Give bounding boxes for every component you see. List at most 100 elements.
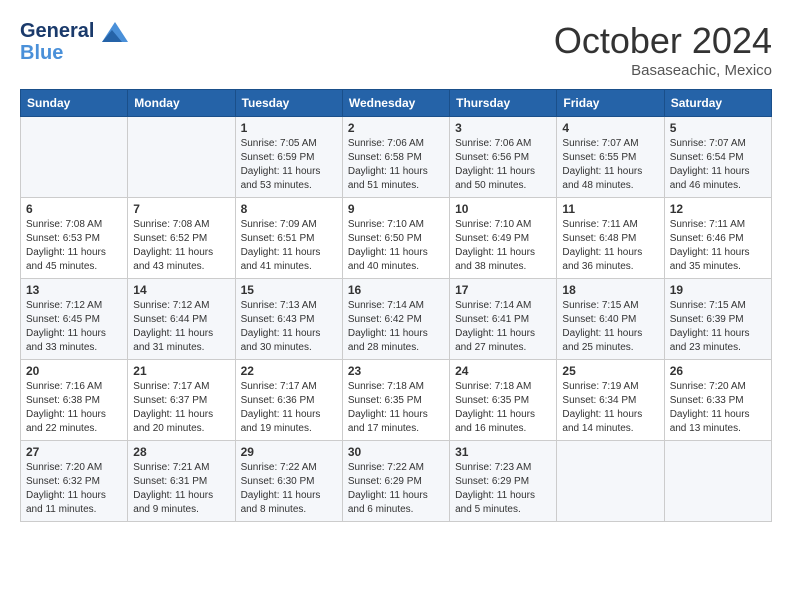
calendar-cell: 10 Sunrise: 7:10 AMSunset: 6:49 PMDayligh… [450, 198, 557, 279]
day-number: 30 [348, 445, 444, 459]
logo-blue: Blue [20, 42, 128, 64]
calendar-cell: 18Sunrise: 7:15 AMSunset: 6:40 PMDayligh… [557, 279, 664, 360]
calendar-cell: 13 Sunrise: 7:12 AMSunset: 6:45 PMDayligh… [21, 279, 128, 360]
day-number: 16 [348, 283, 444, 297]
day-detail: Sunrise: 7:06 AMSunset: 6:56 PMDaylight:… [455, 137, 551, 193]
calendar-cell [664, 441, 771, 522]
title-block: October 2024 Basaseachic, Mexico [554, 20, 772, 79]
day-number: 10 [455, 202, 551, 216]
day-detail: Sunrise: 7:23 AMSunset: 6:29 PMDaylight:… [455, 461, 551, 517]
day-detail: Sunrise: 7:08 AMSunset: 6:52 PMDaylight:… [133, 218, 229, 274]
day-detail: Sunrise: 7:20 AMSunset: 6:32 PMDaylight:… [26, 461, 122, 517]
weekday-header-saturday: Saturday [664, 90, 771, 117]
day-number: 2 [348, 121, 444, 135]
calendar-cell: 11 Sunrise: 7:11 AMSunset: 6:48 PMDayligh… [557, 198, 664, 279]
calendar-cell: 23 Sunrise: 7:18 AMSunset: 6:35 PMDayligh… [342, 360, 449, 441]
day-number: 22 [241, 364, 337, 378]
calendar-cell: 8 Sunrise: 7:09 AMSunset: 6:51 PMDaylight… [235, 198, 342, 279]
day-detail: Sunrise: 7:18 AMSunset: 6:35 PMDaylight:… [348, 380, 444, 436]
calendar-cell: 21 Sunrise: 7:17 AMSunset: 6:37 PMDayligh… [128, 360, 235, 441]
calendar-cell: 25 Sunrise: 7:19 AMSunset: 6:34 PMDayligh… [557, 360, 664, 441]
day-number: 23 [348, 364, 444, 378]
calendar-cell: 12Sunrise: 7:11 AMSunset: 6:46 PMDayligh… [664, 198, 771, 279]
day-number: 20 [26, 364, 122, 378]
calendar-cell: 3 Sunrise: 7:06 AMSunset: 6:56 PMDaylight… [450, 117, 557, 198]
calendar-cell: 29Sunrise: 7:22 AMSunset: 6:30 PMDayligh… [235, 441, 342, 522]
day-detail: Sunrise: 7:10 AMSunset: 6:49 PMDaylight:… [455, 218, 551, 274]
day-detail: Sunrise: 7:19 AMSunset: 6:34 PMDaylight:… [562, 380, 658, 436]
weekday-header-monday: Monday [128, 90, 235, 117]
day-detail: Sunrise: 7:07 AMSunset: 6:55 PMDaylight:… [562, 137, 658, 193]
day-number: 21 [133, 364, 229, 378]
weekday-header-sunday: Sunday [21, 90, 128, 117]
calendar-cell: 30 Sunrise: 7:22 AMSunset: 6:29 PMDayligh… [342, 441, 449, 522]
calendar-cell [557, 441, 664, 522]
day-number: 31 [455, 445, 551, 459]
day-detail: Sunrise: 7:18 AMSunset: 6:35 PMDaylight:… [455, 380, 551, 436]
day-detail: Sunrise: 7:21 AMSunset: 6:31 PMDaylight:… [133, 461, 229, 517]
day-detail: Sunrise: 7:17 AMSunset: 6:36 PMDaylight:… [241, 380, 337, 436]
day-number: 25 [562, 364, 658, 378]
calendar-cell: 1 Sunrise: 7:05 AMSunset: 6:59 PMDaylight… [235, 117, 342, 198]
day-detail: Sunrise: 7:15 AMSunset: 6:39 PMDaylight:… [670, 299, 766, 355]
calendar-cell: 17 Sunrise: 7:14 AMSunset: 6:41 PMDayligh… [450, 279, 557, 360]
calendar-cell: 26 Sunrise: 7:20 AMSunset: 6:33 PMDayligh… [664, 360, 771, 441]
calendar-cell: 27 Sunrise: 7:20 AMSunset: 6:32 PMDayligh… [21, 441, 128, 522]
day-detail: Sunrise: 7:20 AMSunset: 6:33 PMDaylight:… [670, 380, 766, 436]
calendar-cell: 28 Sunrise: 7:21 AMSunset: 6:31 PMDayligh… [128, 441, 235, 522]
calendar-cell: 14Sunrise: 7:12 AMSunset: 6:44 PMDayligh… [128, 279, 235, 360]
calendar-cell: 24 Sunrise: 7:18 AMSunset: 6:35 PMDayligh… [450, 360, 557, 441]
day-number: 3 [455, 121, 551, 135]
day-detail: Sunrise: 7:22 AMSunset: 6:30 PMDaylight:… [241, 461, 337, 517]
day-detail: Sunrise: 7:11 AMSunset: 6:48 PMDaylight:… [562, 218, 658, 274]
logo-icon [102, 22, 128, 42]
day-number: 6 [26, 202, 122, 216]
day-number: 28 [133, 445, 229, 459]
weekday-header-friday: Friday [557, 90, 664, 117]
day-detail: Sunrise: 7:09 AMSunset: 6:51 PMDaylight:… [241, 218, 337, 274]
day-detail: Sunrise: 7:15 AMSunset: 6:40 PMDaylight:… [562, 299, 658, 355]
calendar-cell: 22 Sunrise: 7:17 AMSunset: 6:36 PMDayligh… [235, 360, 342, 441]
day-detail: Sunrise: 7:10 AMSunset: 6:50 PMDaylight:… [348, 218, 444, 274]
day-detail: Sunrise: 7:12 AMSunset: 6:45 PMDaylight:… [26, 299, 122, 355]
day-number: 12 [670, 202, 766, 216]
day-detail: Sunrise: 7:14 AMSunset: 6:42 PMDaylight:… [348, 299, 444, 355]
calendar-cell: 15 Sunrise: 7:13 AMSunset: 6:43 PMDayligh… [235, 279, 342, 360]
day-number: 13 [26, 283, 122, 297]
day-number: 24 [455, 364, 551, 378]
day-detail: Sunrise: 7:22 AMSunset: 6:29 PMDaylight:… [348, 461, 444, 517]
day-detail: Sunrise: 7:05 AMSunset: 6:59 PMDaylight:… [241, 137, 337, 193]
calendar-cell [21, 117, 128, 198]
day-detail: Sunrise: 7:17 AMSunset: 6:37 PMDaylight:… [133, 380, 229, 436]
calendar-cell: 5Sunrise: 7:07 AMSunset: 6:54 PMDaylight… [664, 117, 771, 198]
day-detail: Sunrise: 7:13 AMSunset: 6:43 PMDaylight:… [241, 299, 337, 355]
day-number: 1 [241, 121, 337, 135]
calendar-cell: 6 Sunrise: 7:08 AMSunset: 6:53 PMDaylight… [21, 198, 128, 279]
calendar-cell: 2 Sunrise: 7:06 AMSunset: 6:58 PMDaylight… [342, 117, 449, 198]
day-detail: Sunrise: 7:14 AMSunset: 6:41 PMDaylight:… [455, 299, 551, 355]
weekday-header-wednesday: Wednesday [342, 90, 449, 117]
day-detail: Sunrise: 7:16 AMSunset: 6:38 PMDaylight:… [26, 380, 122, 436]
calendar-cell: 31 Sunrise: 7:23 AMSunset: 6:29 PMDayligh… [450, 441, 557, 522]
logo-general: General [20, 20, 94, 42]
logo: General Blue [20, 20, 128, 64]
day-number: 8 [241, 202, 337, 216]
day-number: 26 [670, 364, 766, 378]
day-number: 19 [670, 283, 766, 297]
day-detail: Sunrise: 7:08 AMSunset: 6:53 PMDaylight:… [26, 218, 122, 274]
page-header: General Blue October 2024 Basaseachic, M… [20, 20, 772, 79]
weekday-header-thursday: Thursday [450, 90, 557, 117]
day-number: 15 [241, 283, 337, 297]
weekday-header-tuesday: Tuesday [235, 90, 342, 117]
day-number: 27 [26, 445, 122, 459]
day-detail: Sunrise: 7:07 AMSunset: 6:54 PMDaylight:… [670, 137, 766, 193]
day-number: 17 [455, 283, 551, 297]
day-number: 11 [562, 202, 658, 216]
month-title: October 2024 [554, 20, 772, 62]
calendar-cell: 4Sunrise: 7:07 AMSunset: 6:55 PMDaylight… [557, 117, 664, 198]
day-number: 9 [348, 202, 444, 216]
calendar-table: SundayMondayTuesdayWednesdayThursdayFrid… [20, 89, 772, 522]
day-detail: Sunrise: 7:06 AMSunset: 6:58 PMDaylight:… [348, 137, 444, 193]
calendar-cell: 7Sunrise: 7:08 AMSunset: 6:52 PMDaylight… [128, 198, 235, 279]
day-detail: Sunrise: 7:12 AMSunset: 6:44 PMDaylight:… [133, 299, 229, 355]
